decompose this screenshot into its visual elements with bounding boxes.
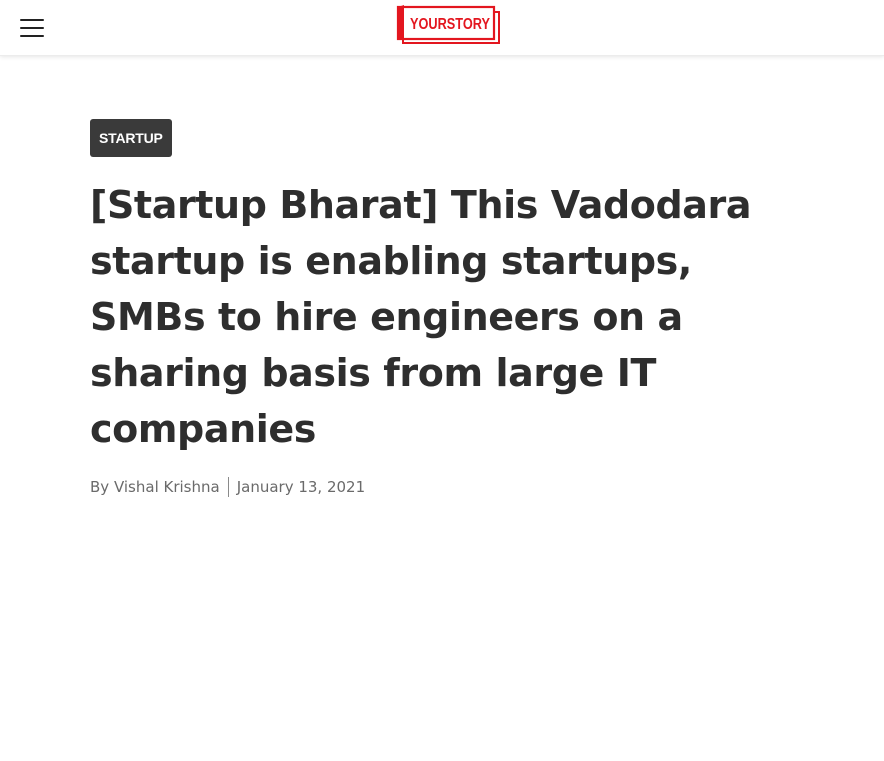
article-header: STARTUP [Startup Bharat] This Vadodara s… (90, 119, 790, 498)
publish-date: January 13, 2021 (236, 478, 366, 496)
hamburger-menu-icon[interactable] (18, 15, 46, 41)
article-title: [Startup Bharat] This Vadodara startup i… (90, 183, 752, 451)
category-badge[interactable]: STARTUP (90, 119, 172, 157)
author-link[interactable]: Vishal Krishna (114, 478, 220, 496)
logo-text: YOURSTORY (410, 16, 491, 33)
yourstory-logo[interactable]: YOURSTORY (396, 4, 502, 46)
menu-bar (20, 27, 44, 29)
site-header: YOURSTORY (0, 0, 884, 56)
byline: By Vishal Krishna January 13, 2021 (90, 476, 790, 498)
byline-prefix: By (90, 478, 110, 496)
byline-divider (227, 477, 229, 497)
menu-bar (20, 19, 44, 21)
menu-bar (20, 35, 44, 37)
